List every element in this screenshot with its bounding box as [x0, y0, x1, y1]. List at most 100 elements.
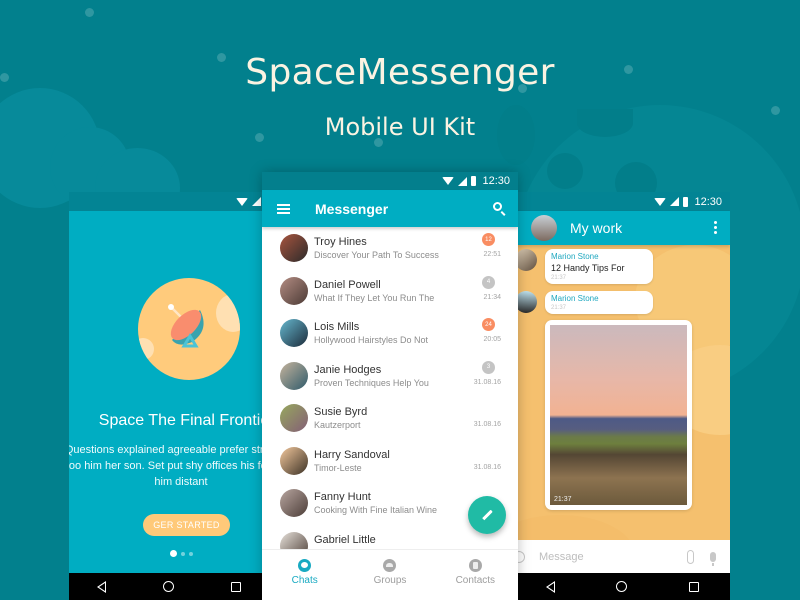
tab-groups[interactable]: Groups [347, 550, 432, 600]
wifi-icon [236, 197, 248, 206]
tab-chats[interactable]: Chats [262, 550, 347, 600]
tab-label: Contacts [455, 574, 496, 586]
paperclip-icon[interactable] [687, 549, 694, 564]
chat-list-item[interactable]: Troy Hines Discover Your Path To Success 1… [262, 227, 518, 270]
page-dot[interactable] [189, 551, 193, 556]
search-icon[interactable] [493, 202, 502, 211]
hero-subtitle: Mobile UI Kit [324, 113, 476, 141]
status-time: 12:30 [694, 195, 722, 208]
chat-time: 31.08.16 [473, 378, 501, 386]
hero-title: SpaceMessenger [245, 52, 555, 93]
chat-list-item[interactable]: Harry Sandoval Timor-Leste 31.08.16 [262, 440, 518, 483]
image-time: 21:37 [554, 496, 572, 503]
onboarding-title: Space The Final Frontie [98, 412, 269, 429]
message[interactable]: Marion Stone 12 Handy Tips For 21:37 [515, 249, 653, 284]
get-started-button[interactable]: GER STARTED [143, 514, 230, 536]
system-nav-bar [69, 573, 269, 600]
contact-avatar[interactable] [280, 446, 308, 475]
tab-label: Chats [291, 574, 318, 586]
tab-label: Groups [373, 574, 407, 586]
onboarding-body: Questions explained agreeable prefer str… [69, 444, 269, 488]
contact-name: Gabriel Little [314, 533, 376, 546]
contact-avatar[interactable] [280, 404, 308, 433]
contact-avatar[interactable] [280, 319, 308, 348]
wifi-icon [442, 177, 455, 185]
wifi-icon [654, 197, 667, 206]
chat-list-item[interactable]: Susie Byrd Kautzerport 31.08.16 [262, 397, 518, 440]
bottom-navigation: Chats Groups Contacts [262, 549, 518, 600]
message-sender: Marion Stone [551, 252, 599, 261]
groups-icon [383, 558, 397, 572]
battery-icon [471, 176, 477, 186]
message-area: Marion Stone 12 Handy Tips For 21:37 Mar… [515, 245, 730, 540]
chat-time: 20:05 [483, 336, 501, 343]
chat-meta: 31.08.16 [473, 446, 501, 471]
satellite-dish-illustration [138, 278, 240, 380]
app-bar: Messenger [262, 190, 518, 227]
page-indicator[interactable] [170, 550, 193, 557]
status-bar [69, 192, 269, 211]
contact-avatar[interactable] [280, 234, 308, 263]
chat-meta: 12 22:51 [473, 233, 501, 258]
image-message[interactable]: 21:37 [545, 320, 692, 510]
chat-meta: 31.08.16 [473, 403, 501, 428]
system-nav-bar [515, 573, 730, 600]
compose-fab[interactable] [468, 496, 506, 534]
chat-time: 22:51 [483, 251, 501, 258]
pencil-icon [481, 509, 493, 521]
tab-contacts[interactable]: Contacts [433, 550, 518, 600]
home-icon[interactable] [162, 581, 174, 592]
message-input[interactable] [539, 550, 687, 563]
message-text: 12 Handy Tips For [551, 263, 625, 273]
group-avatar[interactable] [531, 215, 557, 241]
signal-icon [458, 176, 468, 186]
contact-avatar[interactable] [280, 276, 308, 305]
chat-time: 31.08.16 [473, 421, 501, 428]
conversation-title[interactable]: My work [570, 220, 622, 236]
contacts-icon [468, 558, 482, 572]
unread-badge: 3 [482, 360, 495, 374]
message-time: 21:37 [551, 305, 567, 311]
onboarding-screen: Space The Final Frontie Questions explai… [69, 192, 269, 600]
star-decoration [85, 8, 94, 17]
status-bar: 12:30 [262, 172, 518, 190]
signal-icon [252, 197, 261, 206]
chat-list-item[interactable]: Lois Mills Hollywood Hairstyles Do Not 24 2… [262, 312, 518, 355]
page-dot[interactable] [181, 551, 185, 556]
recents-icon[interactable] [230, 581, 241, 592]
conversation-header: My work [515, 211, 730, 245]
sender-avatar[interactable] [515, 291, 537, 313]
chat-time: 31.08.16 [473, 463, 501, 471]
chat-list-item[interactable]: Daniel Powell What If They Let You Run Th… [262, 270, 518, 313]
sender-avatar[interactable] [515, 249, 537, 271]
message-bubble[interactable]: Marion Stone 21:37 [545, 291, 653, 314]
mic-icon[interactable] [710, 551, 716, 566]
back-icon[interactable] [97, 580, 107, 593]
recents-icon[interactable] [689, 581, 700, 592]
home-icon[interactable] [616, 581, 628, 592]
more-vert-icon[interactable] [714, 221, 717, 234]
chat-list-item[interactable]: Janie Hodges Proven Techniques Help You 3 3… [262, 355, 518, 398]
sunset-photo[interactable]: 21:37 [550, 325, 687, 505]
satellite-dish-icon [168, 304, 204, 348]
chat-text: Gabriel LittleMake Grilling A Healthy [314, 534, 518, 549]
unread-badge: 12 [482, 233, 495, 246]
message-composer [515, 540, 730, 573]
contact-avatar[interactable] [280, 361, 308, 390]
message[interactable]: Marion Stone 21:37 [515, 291, 653, 314]
message-time: 21:37 [551, 275, 567, 281]
messenger-screen: 12:30 Messenger Troy Hines Discover Your … [262, 172, 518, 600]
page-dot[interactable] [170, 550, 177, 557]
back-icon[interactable] [545, 580, 555, 593]
app-title: Messenger [315, 200, 389, 217]
contact-avatar[interactable] [280, 531, 308, 549]
contact-avatar[interactable] [280, 489, 308, 518]
signal-icon [670, 197, 680, 206]
chat-meta: 24 20:05 [473, 318, 501, 343]
unread-badge: 4 [482, 275, 495, 289]
chat-meta: 4 21:34 [473, 275, 501, 301]
message-sender: Marion Stone [551, 294, 599, 303]
conversation-screen: 12:30 My work Marion Stone 12 Handy Tips… [515, 192, 730, 600]
hamburger-icon[interactable] [277, 203, 290, 214]
message-bubble[interactable]: Marion Stone 12 Handy Tips For 21:37 [545, 249, 653, 284]
